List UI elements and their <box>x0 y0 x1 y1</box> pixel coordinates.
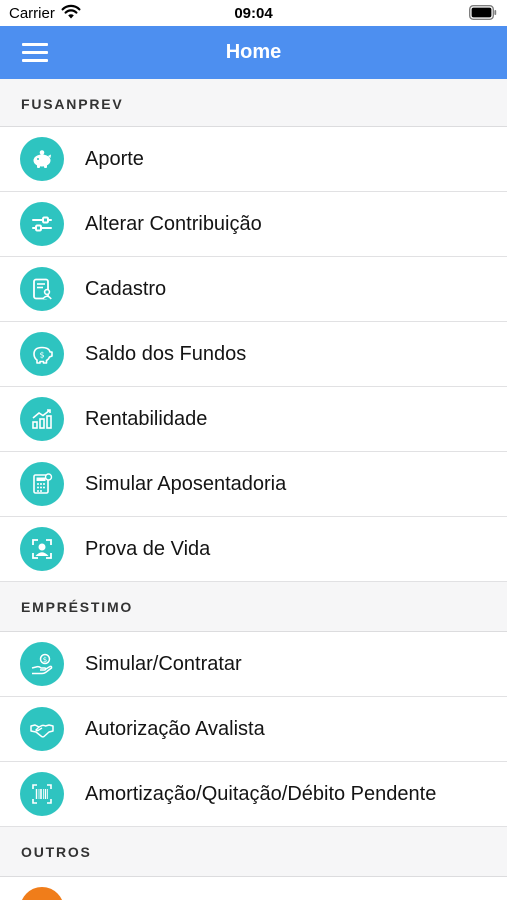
menu-item-label: Rentabilidade <box>85 407 208 430</box>
status-time: 09:04 <box>234 5 273 22</box>
svg-text:$: $ <box>43 656 47 664</box>
calculator-icon <box>20 462 64 506</box>
menu-item-label: Cadastro <box>85 277 167 300</box>
menu-item-label: Amortização/Quitação/Débito Pendente <box>85 782 437 805</box>
profile-document-icon <box>20 267 64 311</box>
menu-item-label: Simular Aposentadoria <box>85 472 287 495</box>
menu-item-label: Saldo dos Fundos <box>85 342 247 365</box>
barcode-icon <box>20 772 64 816</box>
menu-item-label: Autorização Avalista <box>85 717 265 740</box>
handshake-icon <box>20 707 64 751</box>
nav-bar: Home <box>0 26 507 79</box>
menu-item-simular-contratar[interactable]: $ Simular/Contratar <box>0 632 507 697</box>
menu-item-prova-de-vida[interactable]: Prova de Vida <box>0 517 507 582</box>
piggy-bank-icon <box>20 137 64 181</box>
svg-text:$: $ <box>39 351 44 360</box>
growth-chart-icon <box>20 397 64 441</box>
section-header-emprestimo: EMPRÉSTIMO <box>0 582 507 632</box>
menu-item-simular-aposentadoria[interactable]: Simular Aposentadoria <box>0 452 507 517</box>
section-header-fusanprev: FUSANPREV <box>0 79 507 127</box>
piggy-coin-icon: $ <box>20 332 64 376</box>
face-id-icon <box>20 527 64 571</box>
menu-list[interactable]: FUSANPREV Aporte Alterar Contribuição Ca… <box>0 79 507 900</box>
menu-item-alterar-contribuicao[interactable]: Alterar Contribuição <box>0 192 507 257</box>
menu-item-rentabilidade[interactable]: Rentabilidade <box>0 387 507 452</box>
menu-item-label: Alterar Contribuição <box>85 212 262 235</box>
menu-item-label: Prova de Vida <box>85 537 211 560</box>
page-title: Home <box>225 41 282 63</box>
menu-item-saldo-dos-fundos[interactable]: $ Saldo dos Fundos <box>0 322 507 387</box>
menu-item-label: Simular/Contratar <box>85 652 242 675</box>
menu-item-autorizacao-avalista[interactable]: Autorização Avalista <box>0 697 507 762</box>
orange-icon <box>20 887 64 900</box>
menu-item-cadastro[interactable]: Cadastro <box>0 257 507 322</box>
battery-icon <box>469 5 497 20</box>
menu-item-aporte[interactable]: Aporte <box>0 127 507 192</box>
status-bar: Carrier 09:04 <box>0 0 507 26</box>
sliders-icon <box>20 202 64 246</box>
menu-item-label: Aporte <box>85 147 144 170</box>
menu-item-amortizacao-quitacao[interactable]: Amortização/Quitação/Débito Pendente <box>0 762 507 827</box>
section-header-outros: OUTROS <box>0 827 507 877</box>
menu-item-outros[interactable] <box>0 877 507 900</box>
hand-coin-icon: $ <box>20 642 64 686</box>
